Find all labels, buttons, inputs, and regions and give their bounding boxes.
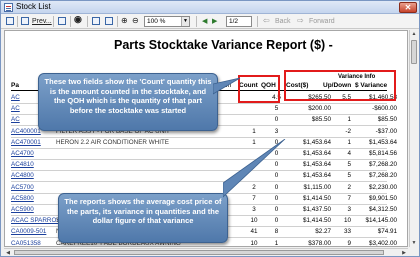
qoh-cell: 8 xyxy=(274,228,279,236)
variance-cell: $74.91 xyxy=(377,228,397,236)
cost-cell: $1,453.64 xyxy=(302,150,331,157)
cost-cell: $1,437.50 xyxy=(302,206,331,213)
count-qoh-highlight xyxy=(238,75,280,103)
cost-cell: $1,414.50 xyxy=(302,194,331,202)
variance-cell: $7,268.20 xyxy=(368,172,397,180)
table-row: AC470001 HERON 2.2 AIR CONDITIONER WHITE 1… xyxy=(11,137,397,149)
qoh-cell: 5 xyxy=(274,105,279,113)
variance-cell: $3,402.00 xyxy=(368,239,397,247)
zoom-in-icon[interactable]: ⊕ xyxy=(121,15,128,26)
part-code-link[interactable]: AC xyxy=(11,105,20,112)
binoculars-icon[interactable]: ◉ xyxy=(74,14,82,25)
count-qoh-callout-pointer xyxy=(213,77,241,95)
qoh-cell: 3 xyxy=(274,127,279,135)
page-number-field[interactable]: 1/2 xyxy=(226,16,252,27)
scroll-left-icon[interactable]: ◀ xyxy=(4,249,12,257)
count-cell: 10 xyxy=(250,239,258,247)
scroll-up-icon[interactable]: ▲ xyxy=(410,30,418,38)
table-row: AC4810 0 $1,453.64 5 $7,268.20 xyxy=(11,159,397,172)
variance-cell: -$37.00 xyxy=(375,127,397,135)
next-page-icon[interactable]: ▶ xyxy=(212,16,217,27)
variance-cell: $14,145.00 xyxy=(365,217,397,225)
back-button[interactable]: Back xyxy=(275,16,291,27)
qoh-cell: 1 xyxy=(274,239,279,247)
cost-cell: $378.00 xyxy=(308,239,331,247)
horizontal-scrollbar[interactable]: ◀ ▶ xyxy=(4,248,408,256)
vertical-scroll-thumb[interactable] xyxy=(411,40,417,64)
cost-cell: $1,115.00 xyxy=(303,183,331,191)
part-code-link[interactable]: ACAC SPARROW xyxy=(11,217,62,224)
count-cell: 10 xyxy=(250,217,258,225)
chevron-down-icon[interactable]: ▼ xyxy=(181,17,189,26)
cost-cell: $2.27 xyxy=(315,228,331,236)
part-code-link[interactable]: AC4810 xyxy=(11,161,34,168)
variance-cell: $4,312.50 xyxy=(368,206,397,213)
count-cell: 3 xyxy=(252,206,256,213)
copy-icon[interactable] xyxy=(57,16,67,26)
count-cell: 1 xyxy=(252,127,256,135)
qoh-cell: 0 xyxy=(274,217,279,225)
vertical-scrollbar[interactable]: ▲ ▼ xyxy=(409,30,418,247)
report-title: Parts Stocktake Variance Report ($) - xyxy=(114,38,333,52)
zoom-value: 100 % xyxy=(147,18,166,25)
part-code-link[interactable]: AC4800 xyxy=(11,172,34,179)
variance-cell: $2,230.00 xyxy=(368,183,397,191)
scroll-right-icon[interactable]: ▶ xyxy=(400,249,408,257)
part-code-link[interactable]: AC xyxy=(11,116,20,123)
variance-cell: $85.50 xyxy=(377,116,397,124)
variance-cell: -$600.00 xyxy=(372,105,397,113)
cost-cell: $1,453.64 xyxy=(302,172,331,180)
part-description: HERON 2.2 AIR CONDITIONER WHITE xyxy=(56,138,170,146)
part-code-link[interactable]: AC4700 xyxy=(11,150,34,157)
horizontal-scroll-thumb[interactable] xyxy=(14,250,384,255)
part-code-link[interactable]: AC5700 xyxy=(11,184,34,191)
window-title: Stock List xyxy=(16,2,51,11)
single-page-icon[interactable] xyxy=(91,16,101,26)
part-code-link[interactable]: CA0009-501 xyxy=(11,228,46,235)
report-toolbar: Prev... ◉ ⊕ ⊖ 100 % ▼ ◀ ▶ 1/2 ⇦ Back ⇨ F… xyxy=(1,14,419,29)
table-row: AC5700 2 0 $1,115.00 2 $2,230.00 xyxy=(11,182,397,194)
qoh-cell: 0 xyxy=(274,116,279,124)
qoh-cell: 0 xyxy=(274,206,279,213)
variance-cell: $5,814.56 xyxy=(368,150,397,157)
column-header-part: Pa xyxy=(11,82,19,89)
variance-callout: The reports shows the average cost price… xyxy=(58,193,228,243)
title-bar: Stock List ✕ xyxy=(1,1,419,14)
print-preview-icon[interactable] xyxy=(20,16,30,26)
part-code-link[interactable]: AC5900 xyxy=(11,206,34,213)
part-code-link[interactable]: AC5800 xyxy=(11,195,34,202)
print-preview-button[interactable]: Prev... xyxy=(32,16,52,27)
cost-cell: $1,453.64 xyxy=(302,161,331,169)
forward-arrow-icon[interactable]: ⇨ xyxy=(297,15,304,26)
app-icon xyxy=(4,3,13,12)
part-code-link[interactable]: AC470001 xyxy=(11,139,41,146)
part-code-link[interactable]: AC400001 xyxy=(11,128,41,135)
previous-page-icon[interactable]: ◀ xyxy=(202,16,207,27)
scroll-down-icon[interactable]: ▼ xyxy=(410,239,418,247)
variance-cell: $7,268.20 xyxy=(368,161,397,169)
count-cell: 41 xyxy=(250,228,258,236)
report-viewport: Parts Stocktake Variance Report ($) - Pa… xyxy=(4,30,408,247)
part-code-link[interactable]: AC xyxy=(11,94,20,101)
cost-cell: $200.00 xyxy=(308,105,331,113)
variance-callout-pointer xyxy=(223,139,286,198)
cost-cell: $1,453.64 xyxy=(302,138,331,146)
cost-cell: $1,414.50 xyxy=(302,217,331,225)
close-button[interactable]: ✕ xyxy=(399,2,417,13)
zoom-select[interactable]: 100 % ▼ xyxy=(144,16,190,27)
count-qoh-callout: These two fields show the 'Count' quanti… xyxy=(38,73,218,131)
zoom-out-icon[interactable]: ⊖ xyxy=(132,15,139,26)
cost-cell: $85.50 xyxy=(311,116,331,124)
page-setup-icon[interactable] xyxy=(5,16,15,26)
variance-highlight xyxy=(284,70,396,101)
multi-page-icon[interactable] xyxy=(104,16,114,26)
part-code-link[interactable]: CA051358 xyxy=(11,240,41,246)
variance-cell: $1,453.64 xyxy=(368,138,397,146)
table-row: AC4800 0 $1,453.64 5 $7,268.20 xyxy=(11,170,397,183)
forward-button[interactable]: Forward xyxy=(309,16,335,27)
variance-cell: $9,901.50 xyxy=(368,194,397,202)
table-row: AC4700 0 $1,453.64 4 $5,814.56 xyxy=(11,148,397,160)
back-arrow-icon[interactable]: ⇦ xyxy=(263,15,270,26)
